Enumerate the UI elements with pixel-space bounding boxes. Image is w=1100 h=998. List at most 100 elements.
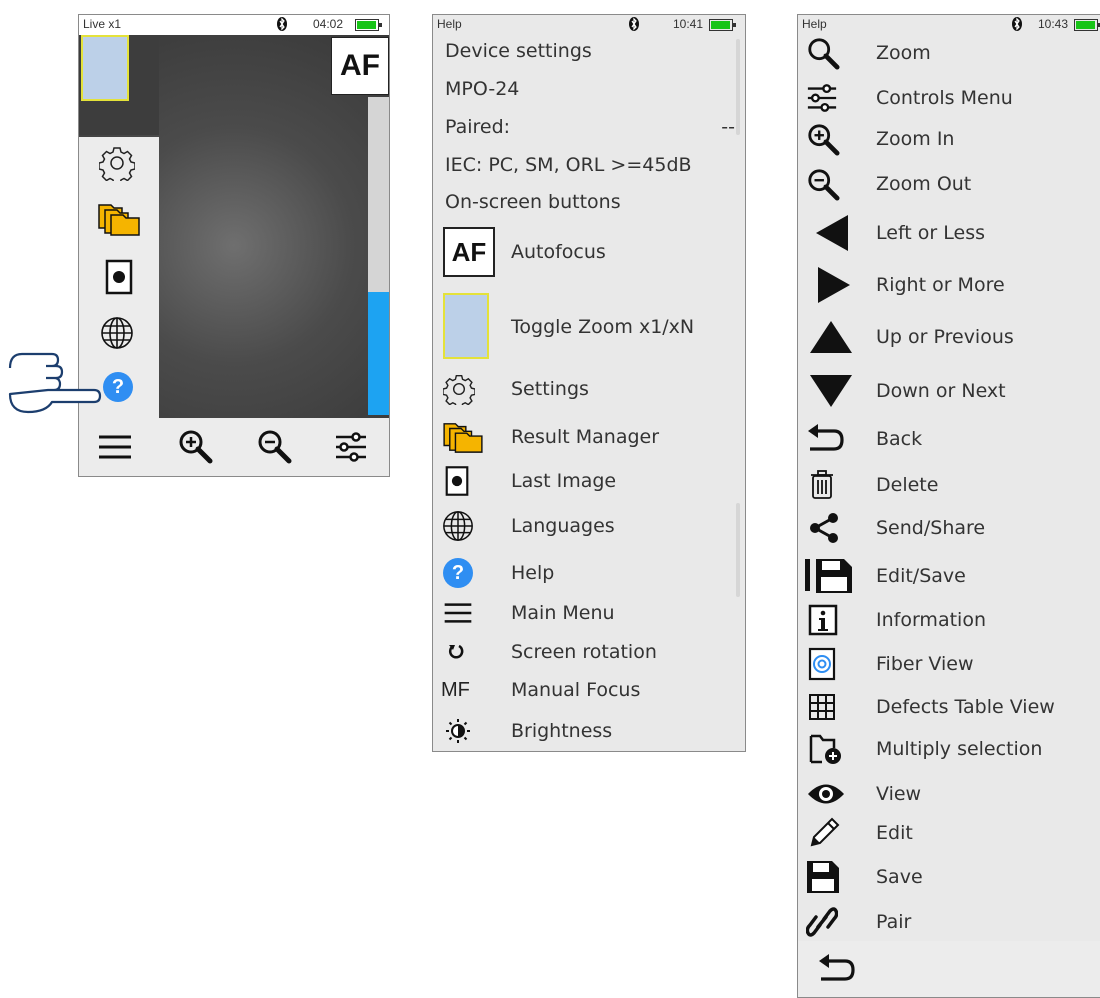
last-image-icon: [105, 259, 133, 295]
help-item-pair: Pair: [798, 902, 1100, 942]
help-item-last-image: Last Image: [433, 461, 745, 501]
help-screen-page-2: Help 10:43 Zoom Controls Menu Zoom In Zo…: [797, 14, 1100, 998]
arrow-up-icon: [810, 321, 852, 353]
help-item-defects-table: Defects Table View: [798, 687, 1100, 727]
help-item-main-menu: Main Menu: [433, 593, 745, 633]
help-button[interactable]: ?: [101, 370, 135, 404]
help-item-edit-save: Edit/Save: [798, 556, 1100, 596]
screen-title: Help: [802, 17, 827, 31]
fiber-view-icon: [808, 647, 836, 681]
zoom-in-icon: [179, 430, 213, 464]
back-button[interactable]: [814, 949, 858, 989]
trash-icon: [811, 470, 833, 499]
battery-icon: [1074, 19, 1100, 31]
screen-title: Help: [437, 17, 462, 31]
clock: 10:41: [673, 17, 704, 31]
help-item-fiber-view: Fiber View: [798, 644, 1100, 684]
controls-icon: [807, 84, 837, 112]
search-icon: [808, 38, 840, 70]
live-view-screen: Live x1 04:02 AF ?: [78, 14, 390, 477]
zoom-thumb-icon: [443, 293, 489, 359]
help-item-manual-focus: MF Manual Focus: [441, 678, 641, 702]
controls-icon: [336, 432, 366, 462]
globe-icon: [443, 511, 473, 541]
back-icon: [819, 954, 855, 981]
table-icon: [809, 694, 835, 720]
menu-icon: [444, 603, 472, 623]
zoom-out-icon: [258, 430, 292, 464]
globe-icon: [101, 317, 133, 349]
help-item-back: Back: [798, 419, 1100, 459]
last-image-button[interactable]: [101, 257, 137, 297]
help-item-zoom-out: Zoom Out: [798, 164, 1100, 204]
help-item-down: Down or Next: [798, 369, 1100, 413]
help-item-controls-menu: Controls Menu: [798, 78, 1100, 118]
back-icon: [808, 424, 844, 451]
help-item-save: Save: [798, 857, 1100, 897]
bluetooth-icon: [277, 17, 287, 34]
battery-fill: [711, 21, 730, 29]
status-bar: Help 10:43: [798, 15, 1100, 35]
languages-button[interactable]: [97, 313, 137, 353]
battery-icon: [709, 19, 736, 31]
folder-icon: [98, 204, 140, 236]
gear-icon: [443, 374, 475, 405]
battery-icon: [355, 19, 382, 31]
folder-icon: [443, 423, 483, 453]
help-item-view: View: [798, 774, 1100, 814]
help-item-right: Right or More: [798, 263, 1100, 307]
help-screen-page-1: Help 10:41 Device settings MPO-24 Paired…: [432, 14, 746, 752]
bottom-toolbar: [79, 418, 389, 476]
result-manager-button[interactable]: [97, 199, 141, 239]
zoom-out-icon: [808, 169, 840, 201]
edit-save-icon: [805, 559, 852, 593]
info-row-iec: IEC: PC, SM, ORL >=45dB: [445, 154, 692, 176]
help-item-toggle-zoom: Toggle Zoom x1/xN: [433, 291, 745, 363]
focus-level-fill: [368, 292, 389, 415]
focus-level-bar: [368, 97, 389, 415]
help-icon: ?: [443, 558, 473, 588]
help-item-multiply-selection: Multiply selection: [798, 729, 1100, 769]
menu-icon: [99, 435, 131, 459]
help-item-up: Up or Previous: [798, 315, 1100, 359]
folder-add-icon: [809, 734, 841, 764]
section-header-onscreen-buttons: On-screen buttons: [445, 191, 621, 213]
help-item-share: Send/Share: [798, 508, 1100, 548]
link-icon: [806, 907, 838, 937]
af-icon: AF: [443, 227, 495, 277]
arrow-down-icon: [810, 375, 852, 407]
zoom-out-button[interactable]: [254, 426, 294, 466]
last-image-icon: [445, 466, 469, 496]
zoom-toggle-thumbnail[interactable]: [81, 35, 129, 101]
info-row-device-settings: Device settings: [445, 40, 592, 62]
battery-fill: [1076, 21, 1095, 29]
controls-menu-button[interactable]: [331, 428, 371, 466]
help-icon: ?: [103, 372, 133, 402]
paired-value: --: [721, 116, 735, 138]
main-menu-button[interactable]: [95, 430, 135, 464]
brightness-icon: [446, 719, 470, 743]
bluetooth-icon: [1012, 17, 1022, 34]
help-item-information: Information: [798, 600, 1100, 640]
settings-button[interactable]: [97, 143, 137, 183]
pointing-hand-icon: [8, 352, 102, 414]
arrow-left-icon: [816, 215, 848, 251]
autofocus-button[interactable]: AF: [331, 37, 389, 95]
gear-icon: [99, 147, 135, 181]
battery-fill: [357, 21, 376, 29]
info-icon: [808, 604, 838, 636]
clock: 04:02: [313, 17, 344, 31]
clock: 10:43: [1038, 17, 1069, 31]
help-item-help: ? Help: [433, 553, 745, 593]
help-item-screen-rotation: Screen rotation: [433, 632, 745, 672]
help-item-edit: Edit: [798, 813, 1100, 853]
help-item-settings: Settings: [433, 369, 745, 409]
info-row-paired: Paired: --: [445, 116, 735, 138]
help-item-delete: Delete: [798, 465, 1100, 505]
zoom-in-button[interactable]: [175, 426, 215, 466]
mf-icon: MF: [441, 678, 470, 701]
eye-icon: [808, 784, 844, 804]
rotate-icon: [448, 644, 464, 659]
help-item-result-manager: Result Manager: [433, 417, 745, 457]
info-row-model: MPO-24: [445, 78, 520, 100]
